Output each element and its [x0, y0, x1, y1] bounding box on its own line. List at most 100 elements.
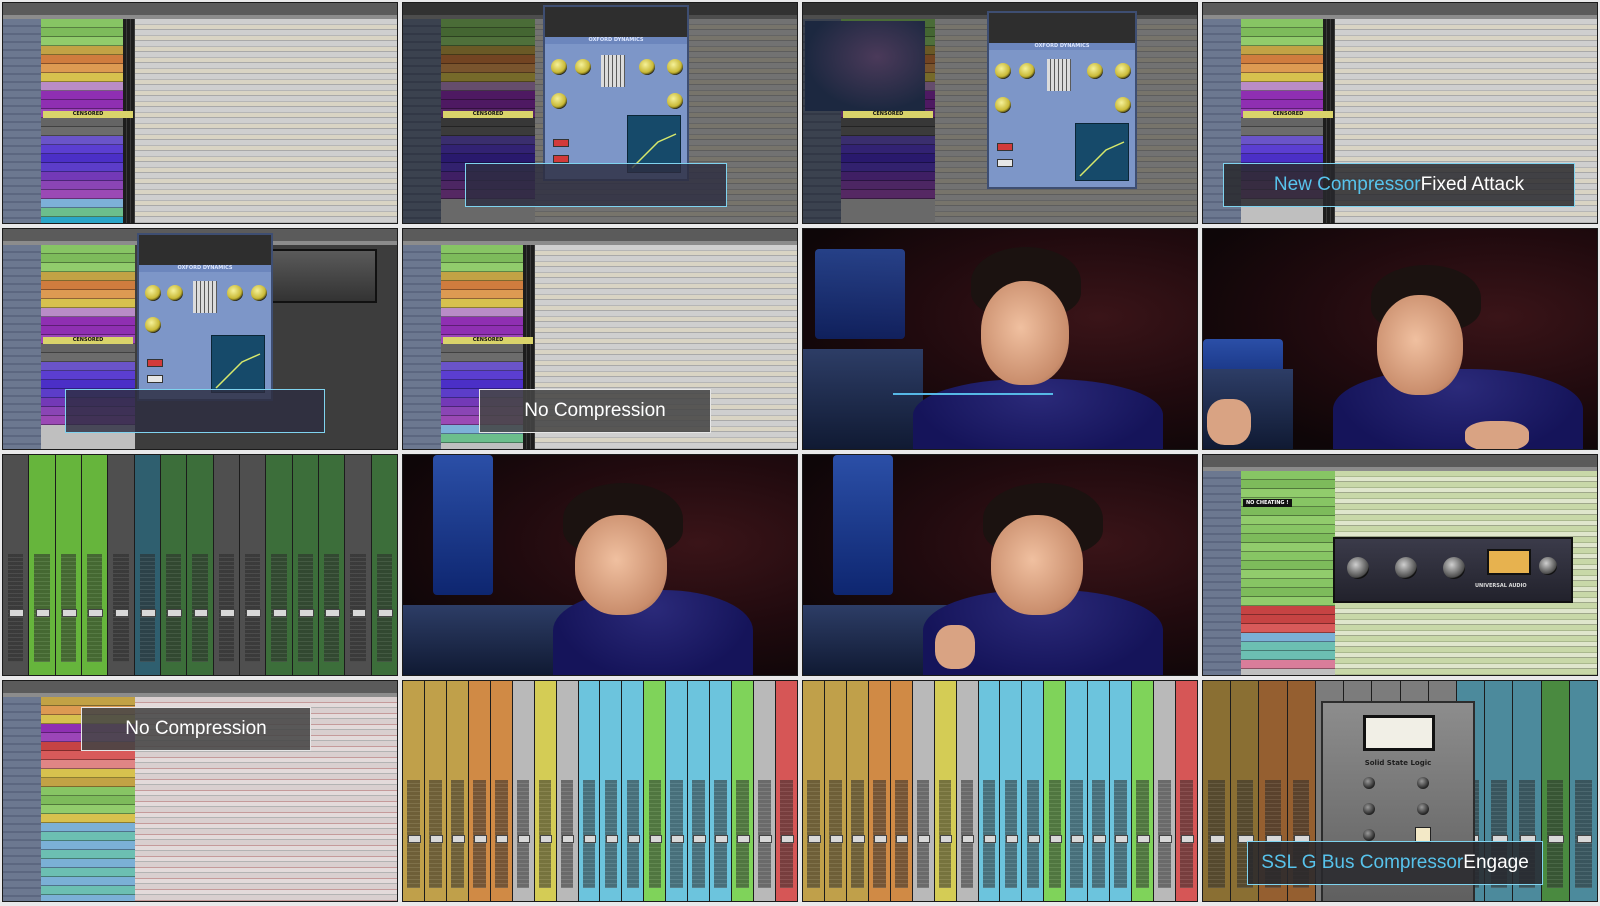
- channel-strip[interactable]: [688, 681, 710, 901]
- limiter-toggle[interactable]: [997, 159, 1013, 167]
- limiter-toggle[interactable]: [553, 155, 569, 163]
- ratio-knob[interactable]: [575, 59, 591, 75]
- channel-strip[interactable]: [803, 681, 824, 901]
- release-knob[interactable]: [1115, 63, 1131, 79]
- channel-strip[interactable]: [424, 681, 446, 901]
- universal-audio-compressor-plugin[interactable]: UNIVERSAL AUDIO: [1333, 537, 1573, 603]
- thumbnail-presenter-1[interactable]: [802, 228, 1198, 450]
- channel-strip[interactable]: [868, 681, 890, 901]
- channel-strip[interactable]: [754, 681, 775, 901]
- channel-strip[interactable]: [732, 681, 753, 901]
- channel-strip[interactable]: [600, 681, 622, 901]
- arrange-area[interactable]: [135, 19, 397, 223]
- thumbnail-plugin-window-1[interactable]: CENSORED OXFORD DYNAMICS: [402, 2, 798, 224]
- channel-strip[interactable]: [775, 681, 797, 901]
- thumbnail-edit-window-2[interactable]: CENSORED New Compressor​ Fixed Attack: [1202, 2, 1598, 224]
- ssl-brand: Solid State Logic: [1364, 759, 1432, 767]
- thumbnail-edit-window-4[interactable]: No Compression: [2, 680, 398, 902]
- thumbnail-edit-window-3[interactable]: CENSORED No Compression: [402, 228, 798, 450]
- channel-strip[interactable]: [710, 681, 732, 901]
- meter-select-knob[interactable]: [1539, 557, 1557, 575]
- channel-strip[interactable]: [512, 681, 534, 901]
- release-knob[interactable]: [1417, 803, 1429, 815]
- thumbnail-presenter-2[interactable]: [1202, 228, 1598, 450]
- channel-strip[interactable]: [468, 681, 490, 901]
- channel-strip[interactable]: [490, 681, 512, 901]
- thumbnail-presenter-3[interactable]: [402, 454, 798, 676]
- channel-strip[interactable]: [1154, 681, 1175, 901]
- channel-strip[interactable]: [1110, 681, 1132, 901]
- release-knob[interactable]: [251, 285, 267, 301]
- channel-strip[interactable]: [1000, 681, 1022, 901]
- channel-strip[interactable]: [1066, 681, 1088, 901]
- channel-strip[interactable]: [55, 455, 81, 675]
- channel-strip[interactable]: [1044, 681, 1066, 901]
- channel-strip[interactable]: [666, 681, 688, 901]
- makeup-knob[interactable]: [1417, 777, 1429, 789]
- oxford-dynamics-plugin[interactable]: OXFORD DYNAMICS: [137, 233, 273, 401]
- channel-strip[interactable]: [29, 455, 55, 675]
- thumbnail-presenter-4[interactable]: [802, 454, 1198, 676]
- channel-strip[interactable]: [956, 681, 978, 901]
- presenter-body: [913, 379, 1163, 449]
- threshold-knob[interactable]: [551, 59, 567, 75]
- output-knob[interactable]: [1395, 557, 1417, 579]
- channel-strip[interactable]: [824, 681, 846, 901]
- channel-strip[interactable]: [978, 681, 1000, 901]
- presenter-face: [575, 515, 667, 615]
- channel-strip[interactable]: [934, 681, 956, 901]
- makeup-knob[interactable]: [995, 97, 1011, 113]
- channel-strip[interactable]: [1132, 681, 1153, 901]
- attack-knob[interactable]: [227, 285, 243, 301]
- compressor-toggle[interactable]: [553, 139, 569, 147]
- channel-strip[interactable]: [912, 681, 934, 901]
- output-knob[interactable]: [1115, 97, 1131, 113]
- channel-strip[interactable]: [890, 681, 912, 901]
- censored-track-label: CENSORED: [43, 111, 133, 118]
- threshold-knob[interactable]: [145, 285, 161, 301]
- channel-strip[interactable]: [578, 681, 600, 901]
- thumbnail-mixer-color-2[interactable]: [802, 680, 1198, 902]
- channel-strip[interactable]: [1022, 681, 1044, 901]
- input-knob[interactable]: [1347, 557, 1369, 579]
- makeup-knob[interactable]: [145, 317, 161, 333]
- channel-strip[interactable]: [534, 681, 556, 901]
- release-knob[interactable]: [667, 59, 683, 75]
- compressor-toggle[interactable]: [997, 143, 1013, 151]
- channel-strip[interactable]: [644, 681, 666, 901]
- thumbnail-mixer-green[interactable]: [2, 454, 398, 676]
- video-thumbnail-grid: CENSORED CENSORED OXFORD DYNAMICS CENSOR…: [0, 0, 1600, 906]
- oxford-dynamics-plugin[interactable]: OXFORD DYNAMICS: [543, 5, 689, 181]
- output-knob[interactable]: [667, 93, 683, 109]
- ratio-knob[interactable]: [1443, 557, 1465, 579]
- thumbnail-edit-window-1[interactable]: CENSORED: [2, 2, 398, 224]
- thumbnail-ssl-plugin[interactable]: Solid State Logic SSL G Bus Compressor​ …: [1202, 680, 1598, 902]
- makeup-knob[interactable]: [551, 93, 567, 109]
- channel-strip[interactable]: [1175, 681, 1197, 901]
- threshold-knob[interactable]: [1363, 777, 1375, 789]
- channel-strip[interactable]: [81, 455, 108, 675]
- ratio-knob[interactable]: [1019, 63, 1035, 79]
- ratio-knob[interactable]: [1363, 829, 1375, 841]
- thumbnail-uad-plugin[interactable]: NO CHEATING ! UNIVERSAL AUDIO: [1202, 454, 1598, 676]
- attack-knob[interactable]: [1087, 63, 1103, 79]
- thumbnail-plugin-window-3[interactable]: CENSORED OXFORD DYNAMICS: [2, 228, 398, 450]
- ratio-knob[interactable]: [167, 285, 183, 301]
- channel-strip[interactable]: [446, 681, 468, 901]
- menu-bar: [3, 3, 397, 15]
- no-cheating-label: NO CHEATING !: [1243, 499, 1292, 507]
- threshold-knob[interactable]: [995, 63, 1011, 79]
- channel-strip[interactable]: [403, 681, 424, 901]
- attack-knob[interactable]: [639, 59, 655, 75]
- censored-track-label: CENSORED: [1243, 111, 1333, 118]
- channel-strip[interactable]: [846, 681, 868, 901]
- oxford-dynamics-plugin[interactable]: OXFORD DYNAMICS: [987, 11, 1137, 189]
- channel-strip[interactable]: [1088, 681, 1110, 901]
- limiter-toggle[interactable]: [147, 375, 163, 383]
- thumbnail-mixer-color-1[interactable]: [402, 680, 798, 902]
- attack-knob[interactable]: [1363, 803, 1375, 815]
- compressor-toggle[interactable]: [147, 359, 163, 367]
- channel-strip[interactable]: [622, 681, 644, 901]
- channel-strip[interactable]: [556, 681, 578, 901]
- thumbnail-plugin-window-2[interactable]: CENSORED OXFORD DYNAMICS: [802, 2, 1198, 224]
